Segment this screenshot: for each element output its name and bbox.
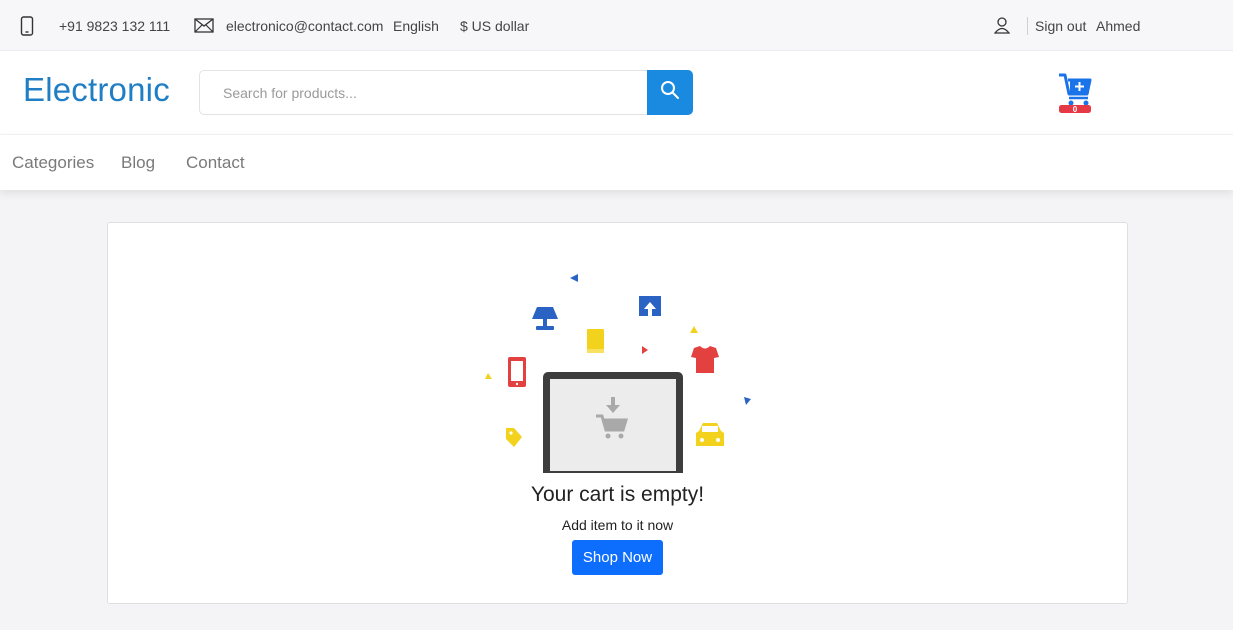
empty-cart-card: Your cart is empty! Add item to it now S… (107, 222, 1128, 604)
site-logo[interactable]: Electronic (23, 71, 170, 109)
user-icon[interactable] (994, 0, 1010, 51)
empty-cart-title: Your cart is empty! (530, 483, 705, 506)
main-nav: Categories Blog Contact (0, 134, 1233, 190)
phone-number: +91 9823 132 111 (59, 17, 171, 34)
shop-now-button[interactable]: Shop Now (572, 540, 663, 575)
sign-out-link[interactable]: Sign out (1035, 0, 1086, 51)
envelope-icon (194, 0, 214, 51)
empty-cart-subtitle: Add item to it now (561, 517, 674, 533)
top-bar: +91 9823 132 111 electronico@contact.com… (0, 0, 1233, 51)
contact-email[interactable]: electronico@contact.com (226, 0, 383, 51)
language-selector[interactable]: English (393, 0, 439, 51)
divider (1027, 0, 1028, 51)
search-icon (660, 80, 680, 105)
cart-count: 0 (1073, 105, 1078, 114)
search-button[interactable] (647, 70, 693, 115)
nav-categories[interactable]: Categories (12, 153, 94, 173)
header: Electronic 0 (0, 51, 1233, 134)
nav-blog[interactable]: Blog (121, 153, 155, 173)
phone-icon (20, 0, 34, 51)
nav-contact[interactable]: Contact (186, 153, 245, 173)
search-bar (199, 70, 693, 115)
cart-button[interactable]: 0 (1057, 72, 1093, 119)
cart-icon: 0 (1059, 73, 1092, 114)
search-input[interactable] (200, 71, 648, 114)
username[interactable]: Ahmed (1096, 0, 1140, 51)
currency-selector[interactable]: $ US dollar (460, 0, 529, 51)
empty-cart-illustration (485, 274, 751, 473)
